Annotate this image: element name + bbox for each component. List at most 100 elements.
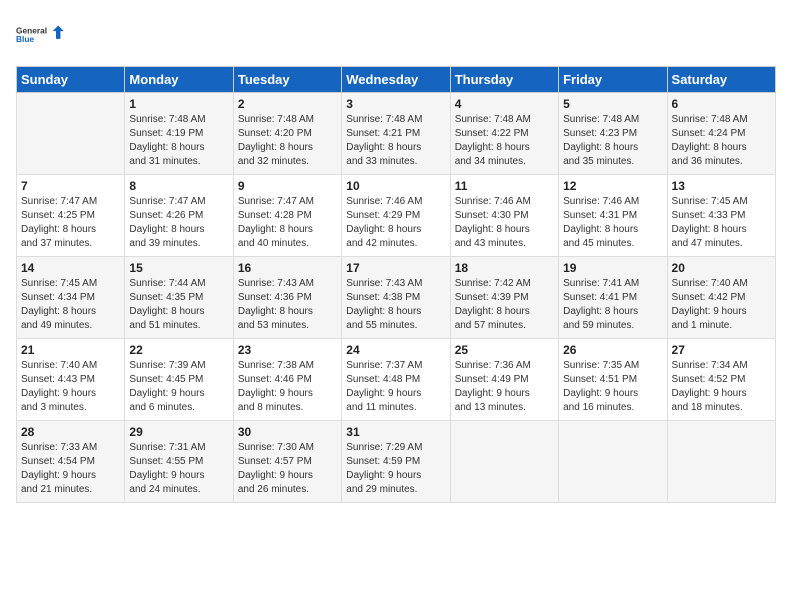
day-info: Sunrise: 7:38 AM Sunset: 4:46 PM Dayligh… xyxy=(238,359,337,415)
day-info: Sunrise: 7:48 AM Sunset: 4:21 PM Dayligh… xyxy=(346,113,445,169)
day-number: 9 xyxy=(238,179,337,193)
weekday-header-cell: Saturday xyxy=(667,67,775,93)
weekday-header-cell: Thursday xyxy=(450,67,558,93)
calendar-day-cell: 10 Sunrise: 7:46 AM Sunset: 4:29 PM Dayli… xyxy=(342,175,450,257)
day-info: Sunrise: 7:34 AM Sunset: 4:52 PM Dayligh… xyxy=(672,359,771,415)
calendar-day-cell: 21 Sunrise: 7:40 AM Sunset: 4:43 PM Dayli… xyxy=(17,339,125,421)
day-number: 31 xyxy=(346,425,445,439)
day-info: Sunrise: 7:45 AM Sunset: 4:34 PM Dayligh… xyxy=(21,277,120,333)
day-info: Sunrise: 7:48 AM Sunset: 4:19 PM Dayligh… xyxy=(129,113,228,169)
calendar-day-cell xyxy=(559,421,667,503)
day-info: Sunrise: 7:48 AM Sunset: 4:23 PM Dayligh… xyxy=(563,113,662,169)
calendar-day-cell: 23 Sunrise: 7:38 AM Sunset: 4:46 PM Dayli… xyxy=(233,339,341,421)
logo: General Blue xyxy=(16,16,66,54)
day-number: 20 xyxy=(672,261,771,275)
calendar-week-row: 7Sunrise: 7:47 AM Sunset: 4:25 PM Daylig… xyxy=(17,175,776,257)
day-info: Sunrise: 7:48 AM Sunset: 4:22 PM Dayligh… xyxy=(455,113,554,169)
calendar-day-cell xyxy=(450,421,558,503)
day-number: 14 xyxy=(21,261,120,275)
day-number: 2 xyxy=(238,97,337,111)
calendar-day-cell: 1 Sunrise: 7:48 AM Sunset: 4:19 PM Daylig… xyxy=(125,93,233,175)
day-number: 15 xyxy=(129,261,228,275)
day-info: Sunrise: 7:45 AM Sunset: 4:33 PM Dayligh… xyxy=(672,195,771,251)
calendar-week-row: 1 Sunrise: 7:48 AM Sunset: 4:19 PM Daylig… xyxy=(17,93,776,175)
day-info: Sunrise: 7:43 AM Sunset: 4:38 PM Dayligh… xyxy=(346,277,445,333)
weekday-header-row: SundayMondayTuesdayWednesdayThursdayFrid… xyxy=(17,67,776,93)
calendar-day-cell: 22 Sunrise: 7:39 AM Sunset: 4:45 PM Dayli… xyxy=(125,339,233,421)
day-info: Sunrise: 7:46 AM Sunset: 4:29 PM Dayligh… xyxy=(346,195,445,251)
day-number: 8 xyxy=(129,179,228,193)
weekday-header-cell: Friday xyxy=(559,67,667,93)
day-info: Sunrise: 7:44 AM Sunset: 4:35 PM Dayligh… xyxy=(129,277,228,333)
calendar-day-cell: 29Sunrise: 7:31 AM Sunset: 4:55 PM Dayli… xyxy=(125,421,233,503)
calendar-day-cell: 8 Sunrise: 7:47 AM Sunset: 4:26 PM Daylig… xyxy=(125,175,233,257)
weekday-header-cell: Tuesday xyxy=(233,67,341,93)
weekday-header-cell: Monday xyxy=(125,67,233,93)
calendar-day-cell: 15 Sunrise: 7:44 AM Sunset: 4:35 PM Dayli… xyxy=(125,257,233,339)
day-number: 27 xyxy=(672,343,771,357)
weekday-header-cell: Sunday xyxy=(17,67,125,93)
calendar-day-cell: 17 Sunrise: 7:43 AM Sunset: 4:38 PM Dayli… xyxy=(342,257,450,339)
calendar-day-cell: 4Sunrise: 7:48 AM Sunset: 4:22 PM Daylig… xyxy=(450,93,558,175)
day-info: Sunrise: 7:29 AM Sunset: 4:59 PM Dayligh… xyxy=(346,441,445,497)
day-info: Sunrise: 7:39 AM Sunset: 4:45 PM Dayligh… xyxy=(129,359,228,415)
day-number: 24 xyxy=(346,343,445,357)
calendar-day-cell: 31 Sunrise: 7:29 AM Sunset: 4:59 PM Dayli… xyxy=(342,421,450,503)
calendar-day-cell: 13Sunrise: 7:45 AM Sunset: 4:33 PM Dayli… xyxy=(667,175,775,257)
calendar-week-row: 14 Sunrise: 7:45 AM Sunset: 4:34 PM Dayli… xyxy=(17,257,776,339)
calendar-day-cell: 3Sunrise: 7:48 AM Sunset: 4:21 PM Daylig… xyxy=(342,93,450,175)
calendar-day-cell: 11 Sunrise: 7:46 AM Sunset: 4:30 PM Dayli… xyxy=(450,175,558,257)
day-info: Sunrise: 7:46 AM Sunset: 4:30 PM Dayligh… xyxy=(455,195,554,251)
day-number: 30 xyxy=(238,425,337,439)
day-number: 17 xyxy=(346,261,445,275)
calendar-day-cell: 14 Sunrise: 7:45 AM Sunset: 4:34 PM Dayli… xyxy=(17,257,125,339)
day-info: Sunrise: 7:30 AM Sunset: 4:57 PM Dayligh… xyxy=(238,441,337,497)
day-number: 23 xyxy=(238,343,337,357)
day-info: Sunrise: 7:31 AM Sunset: 4:55 PM Dayligh… xyxy=(129,441,228,497)
day-number: 18 xyxy=(455,261,554,275)
day-info: Sunrise: 7:47 AM Sunset: 4:26 PM Dayligh… xyxy=(129,195,228,251)
calendar-day-cell: 18 Sunrise: 7:42 AM Sunset: 4:39 PM Dayli… xyxy=(450,257,558,339)
day-info: Sunrise: 7:47 AM Sunset: 4:28 PM Dayligh… xyxy=(238,195,337,251)
calendar-day-cell: 7Sunrise: 7:47 AM Sunset: 4:25 PM Daylig… xyxy=(17,175,125,257)
calendar-day-cell: 26Sunrise: 7:35 AM Sunset: 4:51 PM Dayli… xyxy=(559,339,667,421)
day-number: 1 xyxy=(129,97,228,111)
day-number: 19 xyxy=(563,261,662,275)
day-info: Sunrise: 7:33 AM Sunset: 4:54 PM Dayligh… xyxy=(21,441,120,497)
calendar-day-cell: 28 Sunrise: 7:33 AM Sunset: 4:54 PM Dayli… xyxy=(17,421,125,503)
day-number: 10 xyxy=(346,179,445,193)
day-info: Sunrise: 7:42 AM Sunset: 4:39 PM Dayligh… xyxy=(455,277,554,333)
day-number: 22 xyxy=(129,343,228,357)
calendar-day-cell: 9 Sunrise: 7:47 AM Sunset: 4:28 PM Daylig… xyxy=(233,175,341,257)
calendar-day-cell: 19 Sunrise: 7:41 AM Sunset: 4:41 PM Dayli… xyxy=(559,257,667,339)
day-info: Sunrise: 7:40 AM Sunset: 4:42 PM Dayligh… xyxy=(672,277,771,333)
day-number: 11 xyxy=(455,179,554,193)
calendar-day-cell: 24 Sunrise: 7:37 AM Sunset: 4:48 PM Dayli… xyxy=(342,339,450,421)
day-number: 16 xyxy=(238,261,337,275)
weekday-header-cell: Wednesday xyxy=(342,67,450,93)
calendar-day-cell: 6Sunrise: 7:48 AM Sunset: 4:24 PM Daylig… xyxy=(667,93,775,175)
svg-text:Blue: Blue xyxy=(16,34,34,44)
calendar-table: SundayMondayTuesdayWednesdayThursdayFrid… xyxy=(16,66,776,503)
day-number: 21 xyxy=(21,343,120,357)
calendar-day-cell: 27 Sunrise: 7:34 AM Sunset: 4:52 PM Dayli… xyxy=(667,339,775,421)
day-info: Sunrise: 7:37 AM Sunset: 4:48 PM Dayligh… xyxy=(346,359,445,415)
day-number: 5 xyxy=(563,97,662,111)
day-number: 25 xyxy=(455,343,554,357)
calendar-day-cell: 16 Sunrise: 7:43 AM Sunset: 4:36 PM Dayli… xyxy=(233,257,341,339)
calendar-container: General Blue SundayMondayTuesdayWednesda… xyxy=(0,0,792,511)
calendar-day-cell xyxy=(667,421,775,503)
day-number: 7 xyxy=(21,179,120,193)
day-info: Sunrise: 7:48 AM Sunset: 4:20 PM Dayligh… xyxy=(238,113,337,169)
calendar-week-row: 28 Sunrise: 7:33 AM Sunset: 4:54 PM Dayli… xyxy=(17,421,776,503)
logo-svg: General Blue xyxy=(16,16,66,54)
calendar-day-cell: 25Sunrise: 7:36 AM Sunset: 4:49 PM Dayli… xyxy=(450,339,558,421)
calendar-header: General Blue xyxy=(16,16,776,54)
day-info: Sunrise: 7:41 AM Sunset: 4:41 PM Dayligh… xyxy=(563,277,662,333)
day-info: Sunrise: 7:43 AM Sunset: 4:36 PM Dayligh… xyxy=(238,277,337,333)
calendar-day-cell: 5 Sunrise: 7:48 AM Sunset: 4:23 PM Daylig… xyxy=(559,93,667,175)
calendar-day-cell: 30 Sunrise: 7:30 AM Sunset: 4:57 PM Dayli… xyxy=(233,421,341,503)
day-info: Sunrise: 7:40 AM Sunset: 4:43 PM Dayligh… xyxy=(21,359,120,415)
day-number: 6 xyxy=(672,97,771,111)
day-number: 28 xyxy=(21,425,120,439)
